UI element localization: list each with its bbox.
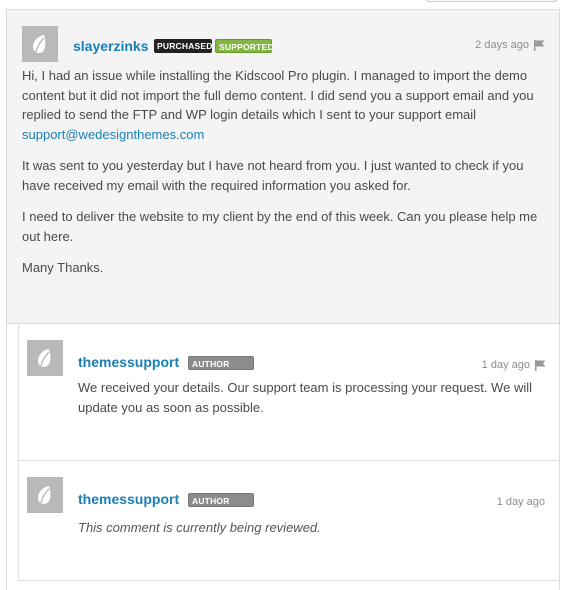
comment-paragraph: Hi, I had an issue while installing the …	[22, 66, 542, 144]
supported-badge: SUPPORTED	[215, 39, 274, 53]
comment-date[interactable]: 1 day ago	[497, 496, 545, 508]
author-team-badge: AUTHOR TEAM	[188, 356, 254, 383]
support-email-link[interactable]: support@wedesignthemes.com	[22, 127, 204, 142]
envato-leaf-avatar-icon	[27, 340, 63, 376]
flag-icon[interactable]	[534, 40, 545, 51]
flag-icon[interactable]	[535, 360, 546, 371]
comment-paragraph: I need to deliver the website to my clie…	[22, 209, 538, 244]
comment-username[interactable]: themessupport	[78, 354, 179, 370]
comment-body: This comment is currently being reviewed…	[78, 518, 548, 550]
avatar[interactable]	[27, 340, 63, 376]
comment-paragraph: We received your details. Our support te…	[78, 380, 532, 415]
comment-reply: themessupport AUTHOR TEAM 1 day ago We r…	[18, 324, 559, 461]
envato-leaf-avatar-icon	[22, 26, 58, 62]
top-tab[interactable]	[425, 0, 558, 2]
comment-paragraph: Many Thanks.	[22, 260, 104, 275]
comment-item: slayerzinks PURCHASED SUPPORTED 2 days a…	[7, 10, 559, 324]
avatar[interactable]	[27, 477, 63, 513]
comment-thread: slayerzinks PURCHASED SUPPORTED 2 days a…	[6, 9, 560, 590]
comment-text: Hi, I had an issue while installing the …	[22, 68, 534, 122]
comment-body: We received your details. Our support te…	[78, 378, 548, 429]
comment-date[interactable]: 1 day ago	[482, 359, 530, 371]
avatar[interactable]	[22, 26, 58, 62]
comment-date[interactable]: 2 days ago	[475, 39, 529, 51]
comment-username[interactable]: themessupport	[78, 491, 179, 507]
comment-reply: themessupport AUTHOR TEAM 1 day ago This…	[18, 461, 559, 581]
comment-body: Hi, I had an issue while installing the …	[22, 66, 542, 290]
comment-review-notice: This comment is currently being reviewed…	[78, 520, 321, 535]
envato-leaf-avatar-icon	[27, 477, 63, 513]
purchased-badge: PURCHASED	[154, 39, 212, 53]
comment-username[interactable]: slayerzinks	[73, 38, 149, 54]
comment-paragraph: It was sent to you yesterday but I have …	[22, 158, 524, 193]
author-team-badge: AUTHOR TEAM	[188, 493, 254, 520]
